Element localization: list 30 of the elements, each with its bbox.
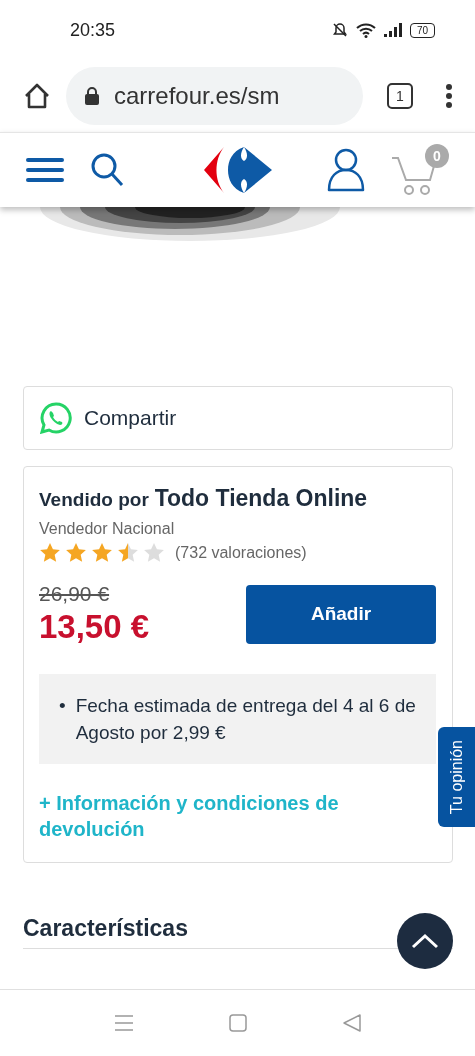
logo-icon[interactable] — [204, 147, 272, 193]
feedback-tab[interactable]: Tu opinión — [438, 727, 475, 827]
menu-icon[interactable] — [26, 157, 64, 183]
delivery-info: Fecha estimada de entrega del 4 al 6 de Agosto por 2,99 € — [75, 694, 416, 745]
user-icon[interactable] — [327, 148, 365, 192]
signal-icon — [383, 23, 402, 37]
section-title: Características — [23, 915, 188, 942]
search-icon[interactable] — [90, 152, 124, 188]
bullet-mark: • — [59, 694, 66, 718]
more-options-icon[interactable] — [445, 83, 453, 109]
whatsapp-icon — [40, 402, 72, 434]
wifi-icon — [355, 22, 376, 38]
bell-off-icon — [331, 22, 348, 38]
ratings-count: (732 valoraciones) — [175, 544, 307, 562]
add-button[interactable]: Añadir — [246, 584, 436, 644]
scroll-top-button[interactable] — [397, 913, 453, 969]
price: 13,50 € — [39, 608, 150, 646]
share-button[interactable]: Compartir — [23, 386, 453, 450]
status-time: 20:35 — [70, 19, 116, 41]
sold-by-title: Vendido por Todo Tienda Online — [39, 485, 369, 512]
chevron-up-icon — [411, 933, 439, 949]
address-bar[interactable]: carrefour.es/sm — [66, 67, 363, 125]
battery-indicator: 70 — [409, 22, 435, 38]
seller-type: Vendedor Nacional — [39, 520, 176, 538]
tab-count-button[interactable]: 1 — [387, 83, 413, 109]
lock-icon — [84, 86, 100, 106]
back-icon[interactable] — [341, 1013, 362, 1033]
old-price: 26,90 € — [39, 582, 111, 606]
home-button-icon[interactable] — [227, 1013, 248, 1033]
cart-count-badge: 0 — [425, 144, 449, 168]
